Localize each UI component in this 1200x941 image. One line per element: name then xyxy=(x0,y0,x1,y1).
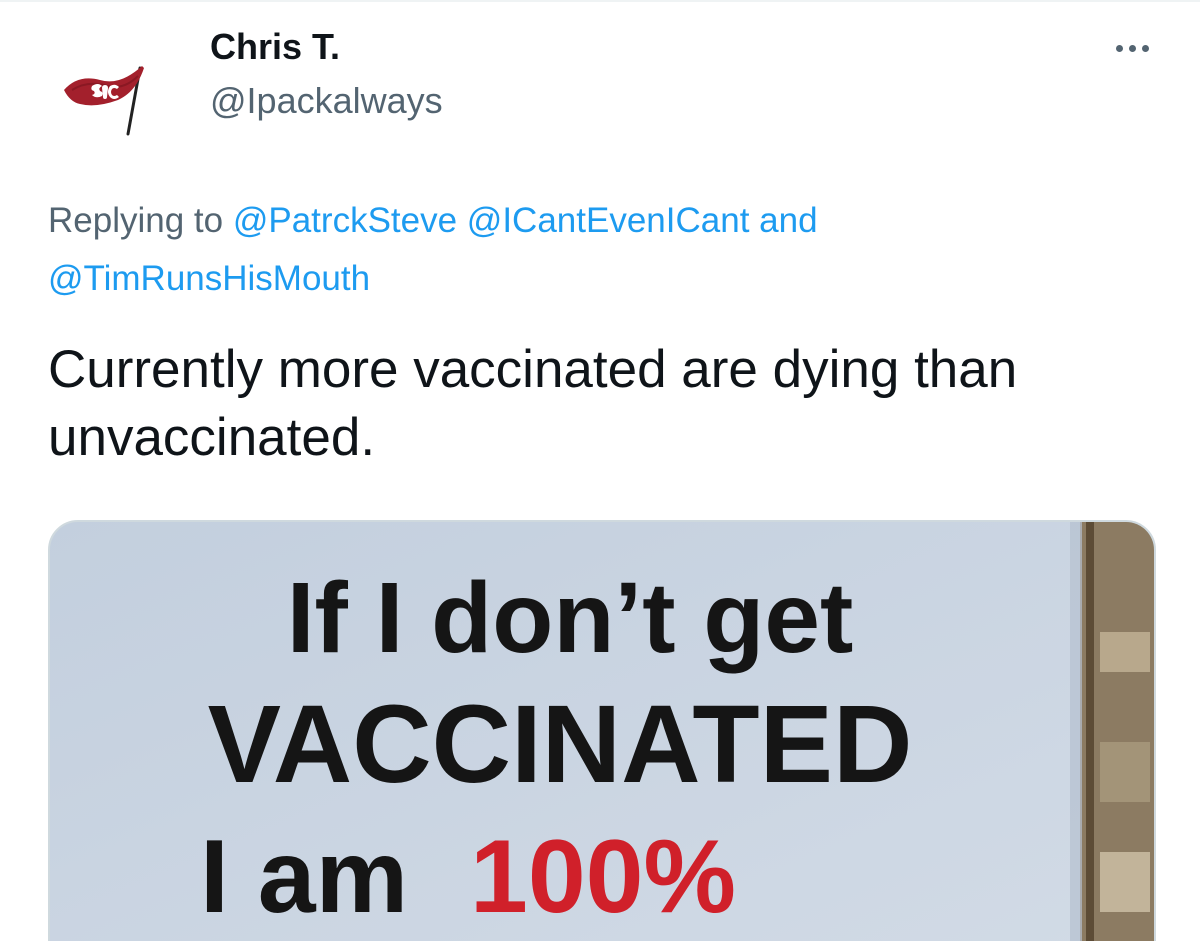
more-horizontal-icon xyxy=(1128,44,1136,52)
tweet-text: Currently more vaccinated are dying than… xyxy=(48,340,1018,467)
sign-line-3: I am xyxy=(200,819,408,935)
avatar[interactable] xyxy=(48,30,168,150)
sign-line-4: 100% xyxy=(470,819,736,935)
more-horizontal-icon xyxy=(1141,44,1149,52)
display-name[interactable]: Chris T. xyxy=(210,26,340,68)
mention-link[interactable]: @ICantEvenICant xyxy=(467,201,750,240)
sign-photo: If I don’t get VACCINATED I am 100% xyxy=(50,522,1154,941)
mention-link[interactable]: @TimRunsHisMouth xyxy=(48,259,370,298)
handle[interactable]: @Ipackalways xyxy=(210,80,443,122)
more-horizontal-icon xyxy=(1115,44,1123,52)
reply-prefix: Replying to xyxy=(48,201,224,240)
flag-icon xyxy=(64,66,144,136)
sign-line-1: If I don’t get xyxy=(287,562,854,674)
media-image[interactable]: If I don’t get VACCINATED I am 100% xyxy=(48,520,1156,941)
mention-link[interactable]: @PatrckSteve xyxy=(233,201,457,240)
reply-context: Replying to @PatrckSteve @ICantEvenICant… xyxy=(48,192,1108,308)
tweet[interactable]: Chris T. @Ipackalways Replying to @Patrc… xyxy=(0,0,1200,941)
sign-line-2: VACCINATED xyxy=(208,683,913,806)
divider xyxy=(0,0,1200,2)
more-options-button[interactable] xyxy=(1104,28,1160,68)
reply-joiner: and xyxy=(759,201,818,240)
